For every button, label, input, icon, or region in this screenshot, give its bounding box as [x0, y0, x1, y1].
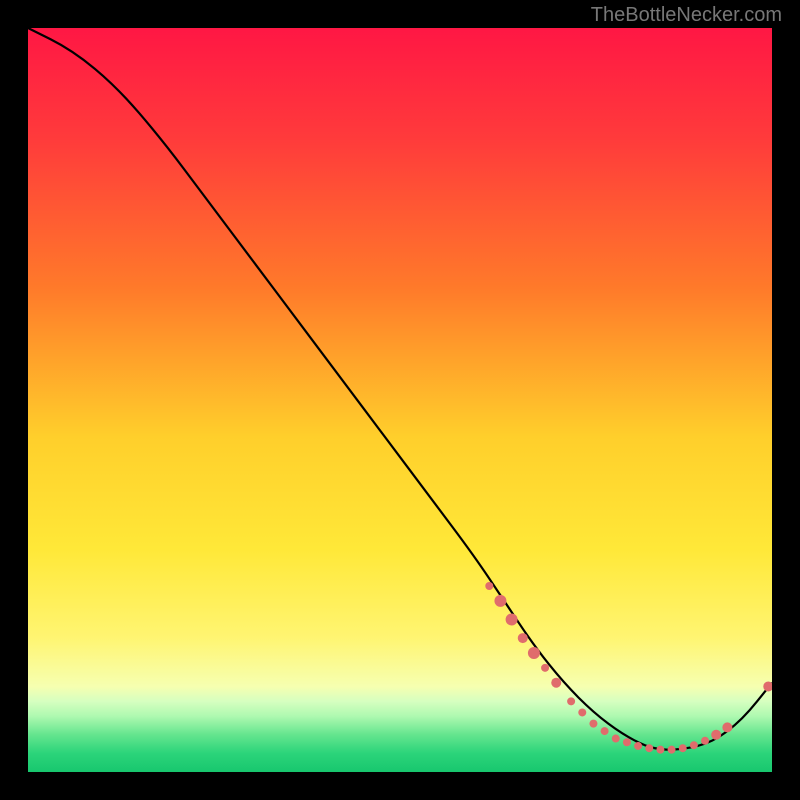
marker-dot: [722, 722, 732, 732]
marker-dot: [690, 741, 698, 749]
chart-container: [28, 28, 772, 772]
marker-dot: [567, 697, 575, 705]
marker-dot: [506, 613, 518, 625]
attribution-text: TheBottleNecker.com: [591, 4, 782, 27]
marker-dot: [711, 730, 721, 740]
marker-dot: [679, 744, 687, 752]
marker-dot: [578, 708, 586, 716]
marker-dot: [528, 647, 540, 659]
marker-dot: [612, 735, 620, 743]
marker-dot: [645, 744, 653, 752]
marker-dot: [701, 737, 709, 745]
marker-dot: [634, 742, 642, 750]
marker-dot: [551, 678, 561, 688]
marker-dot: [485, 582, 493, 590]
marker-dot: [601, 727, 609, 735]
chart-background: [28, 28, 772, 772]
marker-dot: [668, 746, 676, 754]
marker-dot: [656, 746, 664, 754]
bottleneck-chart: [28, 28, 772, 772]
marker-dot: [589, 720, 597, 728]
marker-dot: [623, 738, 631, 746]
marker-dot: [494, 595, 506, 607]
marker-dot: [541, 664, 549, 672]
marker-dot: [518, 633, 528, 643]
